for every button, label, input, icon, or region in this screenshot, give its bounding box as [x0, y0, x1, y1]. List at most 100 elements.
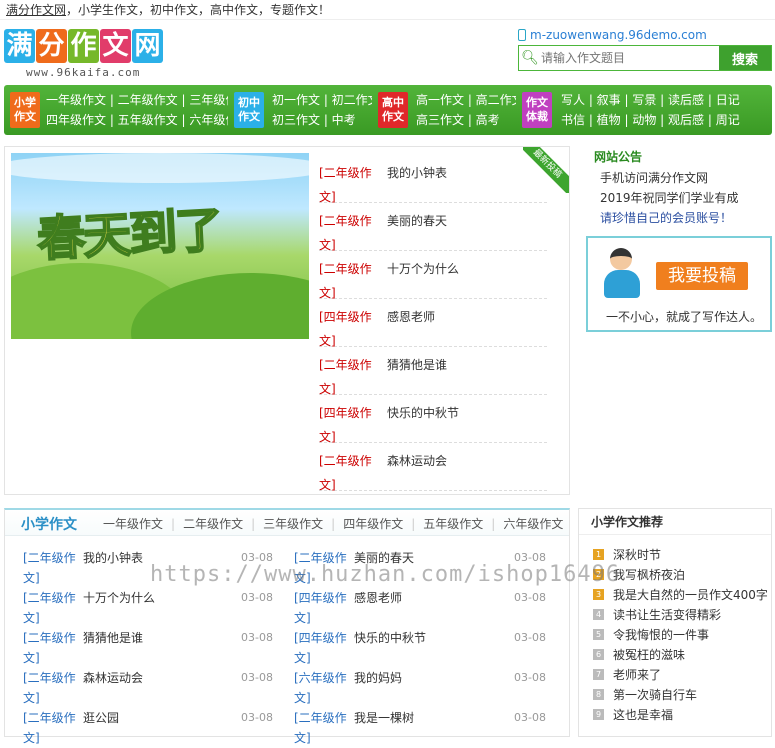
contribute-button[interactable]: 我要投稿	[656, 262, 748, 290]
featured-item[interactable]: [四年级作文] 感恩老师	[319, 299, 547, 348]
list-item[interactable]: [四年级作文] 快乐的中秋节 03-08	[294, 626, 546, 666]
item-title[interactable]: 感恩老师	[354, 588, 402, 608]
list-item[interactable]: [二年级作文] 美丽的春天 03-08	[294, 546, 546, 586]
featured-banner[interactable]: 春天到了	[11, 153, 309, 339]
item-title[interactable]: 十万个为什么	[387, 257, 459, 281]
item-title[interactable]: 美丽的春天	[354, 548, 414, 568]
nav-links[interactable]: 书信 | 植物 | 动物 | 观后感 | 周记	[561, 110, 771, 130]
tab-grade[interactable]: 三年级作文	[263, 517, 323, 531]
nav-links[interactable]: 四年级作文 | 五年级作文 | 六年级作文	[46, 110, 228, 130]
item-title[interactable]: 猜猜他是谁	[83, 628, 143, 648]
item-category[interactable]: [六年级作文]	[294, 668, 348, 708]
item-title[interactable]: 快乐的中秋节	[387, 401, 459, 425]
nav-links[interactable]: 高三作文 | 高考	[416, 110, 516, 130]
item-category[interactable]: [四年级作文]	[294, 588, 348, 628]
recommend-title[interactable]: 被冤枉的滋味	[613, 648, 685, 662]
item-title[interactable]: 我是一棵树	[354, 708, 414, 728]
list-item[interactable]: [四年级作文] 感恩老师 03-08	[294, 586, 546, 626]
search-button[interactable]: 搜索	[719, 46, 771, 70]
nav-links[interactable]: 初一作文 | 初二作文	[272, 90, 372, 110]
featured-item[interactable]: [二年级作文] 十万个为什么	[319, 251, 547, 300]
section-title[interactable]: 小学作文	[21, 514, 77, 534]
list-item[interactable]: [二年级作文] 猜猜他是谁 03-08	[23, 626, 273, 666]
featured-item[interactable]: [二年级作文] 猜猜他是谁	[319, 347, 547, 396]
item-category[interactable]: [四年级作文]	[319, 401, 381, 449]
recommend-title[interactable]: 深秋时节	[613, 548, 661, 562]
item-category[interactable]: [二年级作文]	[294, 548, 348, 588]
nav-links[interactable]: 写人 | 叙事 | 写景 | 读后感 | 日记	[561, 90, 771, 110]
tab-grade[interactable]: 二年级作文	[183, 517, 243, 531]
recommend-title[interactable]: 这也是幸福	[613, 708, 673, 722]
item-category[interactable]: [二年级作文]	[23, 668, 77, 708]
item-title[interactable]: 逛公园	[83, 708, 119, 728]
recommend-item[interactable]: 5 令我悔恨的一件事	[593, 625, 771, 645]
recommend-item[interactable]: 4 读书让生活变得精彩	[593, 605, 771, 625]
item-category[interactable]: [二年级作文]	[23, 708, 77, 748]
featured-item[interactable]: [四年级作文] 快乐的中秋节	[319, 395, 547, 444]
item-title[interactable]: 十万个为什么	[83, 588, 155, 608]
recommend-item[interactable]: 3 我是大自然的一员作文400字	[593, 585, 771, 605]
item-title[interactable]: 美丽的春天	[387, 209, 447, 233]
recommend-item[interactable]: 9 这也是幸福	[593, 705, 771, 725]
nav-badge[interactable]: 小学作文	[10, 92, 40, 128]
tab-grade[interactable]: 六年级作文	[503, 517, 563, 531]
item-category[interactable]: [二年级作文]	[319, 353, 381, 401]
recommend-item[interactable]: 7 老师来了	[593, 665, 771, 685]
featured-item[interactable]: [二年级作文] 我的小钟表	[319, 155, 547, 204]
site-link[interactable]: 满分作文网	[6, 3, 66, 17]
tab-grade[interactable]: 四年级作文	[343, 517, 403, 531]
item-category[interactable]: [二年级作文]	[294, 708, 348, 748]
recommend-title[interactable]: 读书让生活变得精彩	[613, 608, 721, 622]
mobile-link[interactable]: m-zuowenwang.96demo.com	[518, 28, 707, 42]
tab-grade[interactable]: 一年级作文	[103, 517, 163, 531]
item-category[interactable]: [二年级作文]	[319, 209, 381, 257]
top-links[interactable]: ，小学生作文，初中作文，高中作文，专题作文！	[66, 3, 330, 17]
recommend-title[interactable]: 我写枫桥夜泊	[613, 568, 685, 582]
nav-badge[interactable]: 作文体裁	[522, 92, 552, 128]
notice-line[interactable]: 请珍惜自己的会员账号！	[586, 208, 772, 228]
recommend-title[interactable]: 老师来了	[613, 668, 661, 682]
notice-line[interactable]: 2019年祝同学们学业有成	[586, 188, 772, 208]
item-category[interactable]: [二年级作文]	[23, 628, 77, 668]
item-category[interactable]: [二年级作文]	[23, 548, 77, 588]
list-item[interactable]: [六年级作文] 我的妈妈 03-08	[294, 666, 546, 706]
site-logo[interactable]: 满分作文网	[4, 28, 164, 64]
item-category[interactable]: [二年级作文]	[319, 449, 381, 497]
recommend-title[interactable]: 我是大自然的一员作文400字	[613, 588, 768, 602]
item-title[interactable]: 感恩老师	[387, 305, 435, 329]
nav-links[interactable]: 一年级作文 | 二年级作文 | 三年级作文	[46, 90, 228, 110]
item-title[interactable]: 快乐的中秋节	[354, 628, 426, 648]
list-item[interactable]: [二年级作文] 逛公园 03-08	[23, 706, 273, 746]
featured-item[interactable]: [二年级作文] 美丽的春天	[319, 203, 547, 252]
recommend-item[interactable]: 2 我写枫桥夜泊	[593, 565, 771, 585]
nav-links[interactable]: 初三作文 | 中考	[272, 110, 372, 130]
recommend-item[interactable]: 8 第一次骑自行车	[593, 685, 771, 705]
item-title[interactable]: 我的小钟表	[83, 548, 143, 568]
item-title[interactable]: 猜猜他是谁	[387, 353, 447, 377]
list-item[interactable]: [二年级作文] 我是一棵树 03-08	[294, 706, 546, 746]
mobile-url[interactable]: m-zuowenwang.96demo.com	[530, 28, 707, 42]
tab-grade[interactable]: 五年级作文	[423, 517, 483, 531]
nav-links[interactable]: 高一作文 | 高二作文	[416, 90, 516, 110]
list-item[interactable]: [二年级作文] 我的小钟表 03-08	[23, 546, 273, 586]
item-title[interactable]: 我的妈妈	[354, 668, 402, 688]
nav-badge[interactable]: 高中作文	[378, 92, 408, 128]
item-title[interactable]: 森林运动会	[387, 449, 447, 473]
item-category[interactable]: [二年级作文]	[23, 588, 77, 628]
item-title[interactable]: 森林运动会	[83, 668, 143, 688]
recommend-item[interactable]: 6 被冤枉的滋味	[593, 645, 771, 665]
recommend-item[interactable]: 1 深秋时节	[593, 545, 771, 565]
nav-badge[interactable]: 初中作文	[234, 92, 264, 128]
featured-item[interactable]: [二年级作文] 森林运动会	[319, 443, 547, 492]
item-category[interactable]: [四年级作文]	[294, 628, 348, 668]
recommend-title[interactable]: 第一次骑自行车	[613, 688, 697, 702]
notice-line[interactable]: 手机访问满分作文网	[586, 168, 772, 188]
list-item[interactable]: [二年级作文] 十万个为什么 03-08	[23, 586, 273, 626]
item-category[interactable]: [二年级作文]	[319, 161, 381, 209]
item-category[interactable]: [四年级作文]	[319, 305, 381, 353]
recommend-title[interactable]: 令我悔恨的一件事	[613, 628, 709, 642]
contribute-box[interactable]: 我要投稿 一不小心，就成了写作达人。	[586, 236, 772, 332]
item-category[interactable]: [二年级作文]	[319, 257, 381, 305]
list-item[interactable]: [二年级作文] 森林运动会 03-08	[23, 666, 273, 706]
search-input[interactable]	[541, 46, 719, 70]
